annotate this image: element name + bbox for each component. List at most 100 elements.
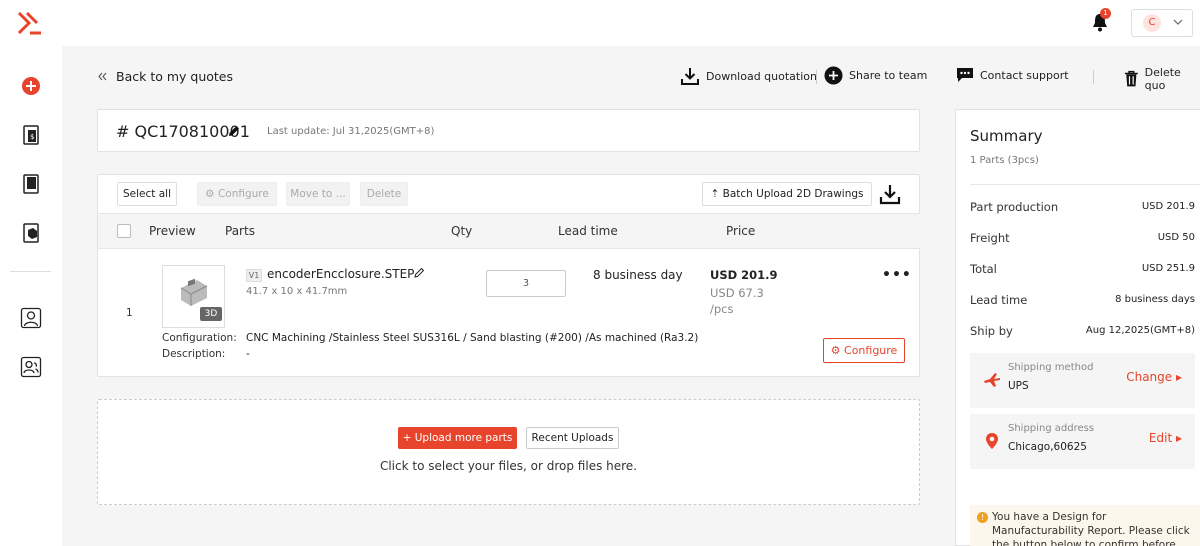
description-value: -: [246, 348, 250, 360]
batch-upload-label: Batch Upload 2D Drawings: [722, 188, 864, 200]
configuration-label: Configuration:: [162, 332, 237, 344]
contact-label: Contact support: [980, 68, 1069, 82]
upload-dropzone[interactable]: + Upload more parts Recent Uploads Click…: [97, 399, 920, 505]
summary-label: Freight: [970, 231, 1010, 245]
col-preview: Preview: [149, 224, 196, 238]
configure-bulk-label: Configure: [217, 188, 269, 200]
parts-icon[interactable]: [20, 222, 42, 244]
plus-circle-icon: [824, 66, 843, 85]
change-shipping-button[interactable]: Change ▸: [1126, 370, 1182, 384]
batch-upload-button[interactable]: ⇡ Batch Upload 2D Drawings: [702, 182, 872, 206]
more-options-icon[interactable]: •••: [882, 267, 912, 283]
drop-hint: Click to select your files, or drop file…: [379, 459, 638, 473]
unit-price: USD 67.3 /pcs: [710, 286, 764, 316]
back-to-quotes-link[interactable]: Back to my quotes: [97, 69, 233, 84]
shipping-address-value: Chicago,60625: [1008, 441, 1087, 453]
col-parts: Parts: [225, 224, 255, 238]
part-dimensions: 41.7 x 10 x 41.7mm: [246, 286, 348, 297]
summary-value: USD 201.9: [1141, 201, 1195, 212]
location-pin-icon: [986, 433, 998, 449]
shipping-address-label: Shipping address: [1008, 423, 1095, 434]
divider: [1093, 70, 1094, 84]
notification-badge: 1: [1100, 8, 1111, 19]
chevron-down-icon: [1173, 19, 1183, 25]
download-quotation-button[interactable]: Download quotation: [680, 66, 817, 86]
configure-label: Configure: [844, 344, 898, 357]
edit-address-button[interactable]: Edit ▸: [1149, 431, 1182, 445]
trash-icon: [1124, 70, 1138, 87]
summary-value: Aug 12,2025(GMT+8): [1085, 325, 1195, 336]
select-all-button[interactable]: Select all: [117, 182, 177, 206]
parts-card: Select all ⚙ Configure Move to ... Delet…: [97, 174, 920, 377]
chat-icon: [957, 68, 973, 82]
quantity-input[interactable]: 3: [486, 270, 566, 297]
divider: [816, 70, 817, 84]
delete-quote-button[interactable]: Delete quo: [1124, 66, 1200, 92]
col-qty: Qty: [451, 224, 473, 238]
avatar: C: [1143, 14, 1161, 32]
edit-pencil-icon[interactable]: [227, 124, 241, 138]
sidebar-divider: [10, 271, 51, 272]
quote-header: # QC170810001 Last update: Jul 31,2025(G…: [97, 109, 920, 152]
summary-row: Ship by Aug 12,2025(GMT+8): [970, 324, 1195, 338]
part-preview[interactable]: 3D: [162, 265, 225, 328]
summary-row: Freight USD 50: [970, 231, 1195, 245]
configure-bulk-button[interactable]: ⚙ Configure: [197, 182, 277, 206]
gear-icon: ⚙: [205, 188, 215, 200]
summary-label: Part production: [970, 200, 1059, 214]
summary-title: Summary: [970, 127, 1043, 145]
summary-panel: Summary 1 Parts (3pcs) Part production U…: [955, 109, 1200, 546]
user-menu[interactable]: C: [1131, 9, 1193, 37]
team-icon[interactable]: [20, 356, 42, 378]
upload-arrow-icon: ⇡: [710, 188, 720, 200]
summary-value: 8 business days: [1115, 294, 1195, 305]
shipping-address-box: Shipping address Chicago,60625 Edit ▸: [970, 414, 1195, 469]
move-to-button[interactable]: Move to ...: [286, 182, 350, 206]
configure-button[interactable]: ⚙ Configure: [823, 338, 905, 363]
share-to-team-button[interactable]: Share to team: [824, 66, 927, 85]
back-label: Back to my quotes: [116, 69, 233, 84]
summary-value: USD 50: [1157, 232, 1195, 243]
profile-icon[interactable]: [20, 307, 42, 329]
shipping-method-value: UPS: [1008, 380, 1029, 392]
summary-divider: [970, 184, 1200, 185]
summary-row: Part production USD 201.9: [970, 200, 1195, 214]
download-icon[interactable]: [879, 183, 901, 205]
orders-icon[interactable]: [20, 173, 42, 195]
edit-pencil-icon[interactable]: [414, 267, 425, 278]
summary-label: Total: [970, 262, 997, 276]
contact-support-button[interactable]: Contact support: [956, 66, 1069, 84]
airplane-icon: [984, 373, 1000, 387]
info-icon: !: [977, 512, 988, 523]
gear-icon: ⚙: [830, 344, 841, 357]
summary-subtitle: 1 Parts (3pcs): [970, 155, 1039, 166]
file-name: encoderEncclosure.STEP: [267, 267, 425, 281]
col-price: Price: [726, 224, 756, 238]
download-icon: [681, 68, 699, 85]
delete-label: Delete quo: [1144, 66, 1181, 92]
add-quote-icon[interactable]: [20, 75, 42, 97]
quotes-icon[interactable]: $: [20, 124, 42, 146]
version-badge: V1: [246, 269, 262, 282]
dfm-notice: ! You have a Design for Manufacturabilit…: [970, 505, 1200, 546]
table-header: Preview Parts Qty Lead time Price: [98, 213, 920, 249]
select-all-checkbox[interactable]: [117, 224, 131, 238]
shipping-method-label: Shipping method: [1008, 362, 1094, 373]
lead-time: 8 business day: [593, 268, 683, 282]
configuration-value: CNC Machining /Stainless Steel SUS316L /…: [246, 332, 699, 344]
last-update: Last update: Jul 31,2025(GMT+8): [267, 126, 435, 137]
download-label: Download quotation: [706, 69, 817, 83]
share-label: Share to team: [849, 69, 928, 82]
brand-logo[interactable]: [16, 10, 44, 36]
upload-more-parts-button[interactable]: + Upload more parts: [398, 427, 517, 449]
delete-bulk-button[interactable]: Delete: [360, 182, 408, 206]
top-bar: 1 C: [0, 0, 1200, 46]
summary-row: Total USD 251.9: [970, 262, 1195, 276]
summary-row: Lead time 8 business days: [970, 293, 1195, 307]
3d-badge: 3D: [200, 307, 222, 321]
double-chevron-left-icon: [98, 72, 107, 81]
row-index: 1: [126, 307, 133, 319]
shipping-method-box: Shipping method UPS Change ▸: [970, 353, 1195, 408]
recent-uploads-button[interactable]: Recent Uploads: [526, 427, 619, 449]
svg-text:$: $: [30, 133, 34, 141]
